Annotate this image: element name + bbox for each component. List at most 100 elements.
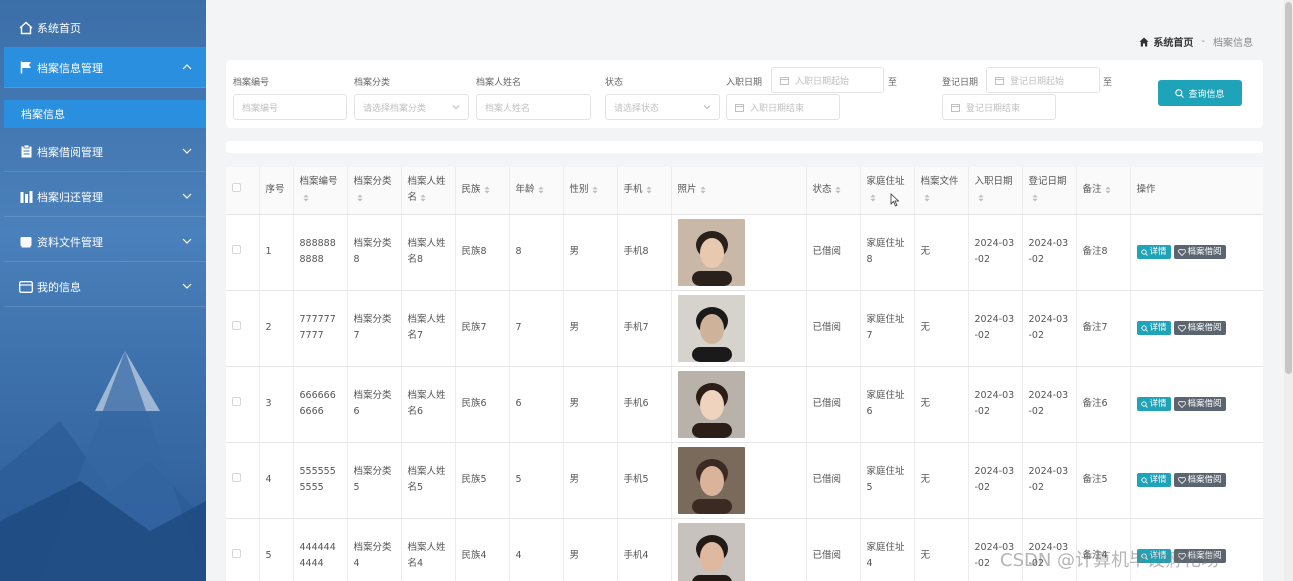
reg-date-start-placeholder: 登记日期起始 <box>1010 76 1065 87</box>
sort-icon[interactable] <box>924 194 930 202</box>
archive-code-input[interactable]: 档案编号 <box>233 94 347 120</box>
sort-icon[interactable] <box>420 194 426 202</box>
detail-button[interactable]: 详情 <box>1136 473 1171 487</box>
sidebar-item-label: 我的信息 <box>37 280 81 294</box>
status-placeholder: 请选择状态 <box>614 103 660 114</box>
header-hire-date[interactable]: 入职日期 <box>968 167 1023 215</box>
detail-button-label: 详情 <box>1149 399 1167 409</box>
person-photo[interactable] <box>677 446 745 514</box>
bar-icon <box>18 190 34 204</box>
person-photo[interactable] <box>677 370 745 438</box>
header-photo[interactable]: 照片 <box>671 167 807 215</box>
header-label: 档案人姓名 <box>407 176 446 204</box>
hire-date-end-input[interactable]: 入职日期结束 <box>726 94 840 120</box>
cell-reg-date: 2024-03-02 <box>1022 290 1077 367</box>
clipboard-icon <box>18 145 34 159</box>
header-reg-date[interactable]: 登记日期 <box>1022 167 1077 215</box>
header-category[interactable]: 档案分类 <box>347 167 402 215</box>
borrow-button[interactable]: 档案借阅 <box>1173 245 1226 259</box>
cell-category: 档案分类6 <box>347 366 402 443</box>
row-checkbox[interactable] <box>232 473 241 482</box>
detail-button[interactable]: 详情 <box>1136 397 1171 411</box>
sidebar-item-label: 档案借阅管理 <box>37 145 103 159</box>
chevron-down-icon <box>182 283 192 289</box>
row-select-cell[interactable] <box>226 366 260 443</box>
header-name[interactable]: 档案人姓名 <box>401 167 456 215</box>
header-nation[interactable]: 民族 <box>455 167 510 215</box>
sort-icon[interactable] <box>646 186 652 194</box>
page-scrollbar[interactable] <box>1284 0 1293 581</box>
archive-category-label: 档案分类 <box>354 78 391 88</box>
detail-button[interactable]: 详情 <box>1136 321 1171 335</box>
archive-category-select[interactable]: 请选择档案分类 <box>354 94 469 120</box>
table-row: 4 5555555555 档案分类5 档案人姓名5 民族5 5 男 手机5 已借… <box>226 442 1263 519</box>
sidebar-item-return[interactable]: 档案归还管理 <box>4 177 206 217</box>
sort-icon[interactable] <box>870 194 876 202</box>
borrow-button[interactable]: 档案借阅 <box>1173 473 1226 487</box>
detail-button[interactable]: 详情 <box>1136 245 1171 259</box>
person-photo[interactable] <box>677 218 745 286</box>
header-file[interactable]: 档案文件 <box>914 167 969 215</box>
header-label: 照片 <box>677 184 697 196</box>
header-age[interactable]: 年龄 <box>509 167 564 215</box>
hire-date-start-input[interactable]: 入职日期起始 <box>771 67 884 93</box>
person-photo[interactable] <box>677 294 745 362</box>
header-phone[interactable]: 手机 <box>617 167 672 215</box>
search-button[interactable]: 查询信息 <box>1158 80 1242 106</box>
detail-button-label: 详情 <box>1149 247 1167 257</box>
reg-date-start-input[interactable]: 登记日期起始 <box>986 67 1100 93</box>
sidebar-subitem-archive-info[interactable]: 档案信息 <box>4 100 206 128</box>
reg-date-end-input[interactable]: 登记日期结束 <box>942 94 1056 120</box>
sort-icon[interactable] <box>303 194 309 202</box>
cell-actions: 详情 档案借阅 <box>1130 366 1263 443</box>
row-select-cell[interactable] <box>226 214 260 291</box>
sidebar-item-borrow[interactable]: 档案借阅管理 <box>4 132 206 172</box>
sort-icon[interactable] <box>978 194 984 202</box>
header-sex[interactable]: 性别 <box>563 167 618 215</box>
sidebar-item-label: 档案信息管理 <box>37 61 103 75</box>
borrow-button-label: 档案借阅 <box>1187 399 1222 409</box>
sort-icon[interactable] <box>592 186 598 194</box>
header-address[interactable]: 家庭住址 <box>860 167 915 215</box>
person-name-input[interactable]: 档案人姓名 <box>476 94 591 120</box>
status-select[interactable]: 请选择状态 <box>605 94 720 120</box>
watermark: CSDN @计算机毕设孵化场 <box>1000 550 1220 571</box>
header-code[interactable]: 档案编号 <box>293 167 348 215</box>
sort-icon[interactable] <box>538 186 544 194</box>
sort-icon[interactable] <box>1032 194 1038 202</box>
person-photo[interactable] <box>677 522 745 581</box>
scrollbar-thumb[interactable] <box>1285 2 1292 374</box>
row-select-cell[interactable] <box>226 442 260 519</box>
borrow-button[interactable]: 档案借阅 <box>1173 321 1226 335</box>
row-checkbox[interactable] <box>232 549 241 558</box>
cell-nation: 民族4 <box>455 518 510 581</box>
row-checkbox[interactable] <box>232 245 241 254</box>
header-label: 民族 <box>461 184 481 196</box>
header-label: 档案分类 <box>353 176 392 188</box>
cell-phone: 手机6 <box>617 366 672 443</box>
cell-note: 备注8 <box>1076 214 1131 291</box>
cell-status: 已借阅 <box>806 518 861 581</box>
row-select-cell[interactable] <box>226 518 260 581</box>
sort-icon[interactable] <box>484 186 490 194</box>
sort-icon[interactable] <box>357 194 363 202</box>
borrow-button[interactable]: 档案借阅 <box>1173 397 1226 411</box>
sort-icon[interactable] <box>835 186 841 194</box>
sidebar-item-home[interactable]: 系统首页 <box>4 8 206 48</box>
row-select-cell[interactable] <box>226 290 260 367</box>
header-status[interactable]: 状态 <box>806 167 861 215</box>
cell-status: 已借阅 <box>806 214 861 291</box>
sort-icon[interactable] <box>700 186 706 194</box>
row-checkbox[interactable] <box>232 321 241 330</box>
search-panel: 档案编号 档案编号 档案分类 请选择档案分类 档案人姓名 档案人姓名 状态 请选… <box>226 60 1263 128</box>
select-all-checkbox[interactable] <box>232 183 241 193</box>
sort-icon[interactable] <box>1105 186 1111 194</box>
sidebar-item-archive-info[interactable]: 档案信息管理 <box>4 48 206 88</box>
breadcrumb-home[interactable]: 系统首页 <box>1153 34 1193 49</box>
sidebar-item-my-info[interactable]: 我的信息 <box>4 267 206 307</box>
select-all-cell[interactable] <box>226 167 260 215</box>
sidebar-item-files[interactable]: 资料文件管理 <box>4 222 206 262</box>
row-checkbox[interactable] <box>232 397 241 406</box>
header-note[interactable]: 备注 <box>1076 167 1131 215</box>
cell-sex: 男 <box>563 214 618 291</box>
